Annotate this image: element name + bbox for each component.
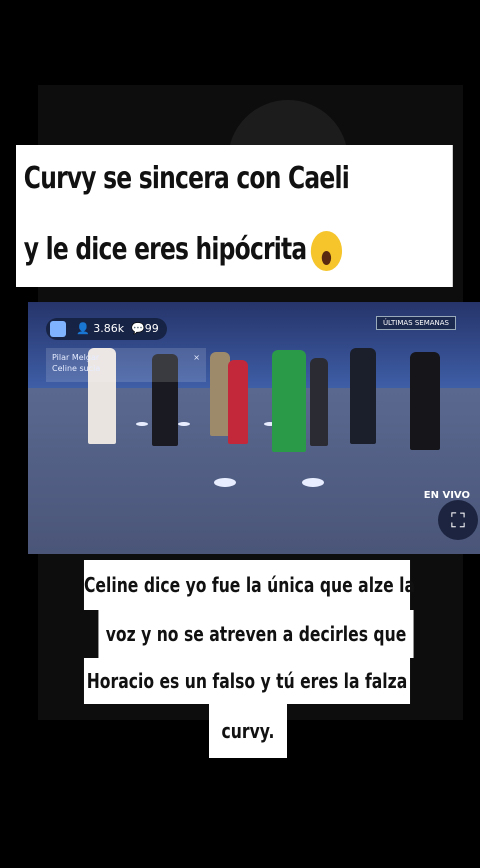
contestant-figure <box>228 360 248 444</box>
title-line-1: Curvy se sincera con Caeli <box>16 145 453 215</box>
comment-count: 99 <box>144 322 159 335</box>
contestant-figure <box>350 348 376 444</box>
contestant-figure <box>410 352 440 450</box>
contestant-figure <box>210 352 230 436</box>
screaming-face-emoji-icon <box>311 230 343 271</box>
caption-line-4: curvy. <box>209 704 287 758</box>
floor-light <box>178 422 190 426</box>
floor-light <box>302 478 324 487</box>
chat-comment: Pilar Melgar Celine sucia × <box>46 348 206 382</box>
program-badge: ÚLTIMAS SEMANAS <box>375 316 456 330</box>
contestant-figure <box>272 350 306 452</box>
caption-line-1: Celine dice yo fue la única que alze la <box>83 560 415 610</box>
title-line-2-text: y le dice eres hipócrita <box>23 232 307 267</box>
floor-light <box>136 422 148 426</box>
viewers-icon: 👤 <box>76 322 90 335</box>
caption-line-2: voz y no se atreven a decirles que <box>98 610 414 658</box>
video-player[interactable]: 👤 3.86k 💬99 Pilar Melgar Celine sucia × … <box>28 302 480 554</box>
contestant-figure <box>310 358 328 446</box>
close-icon[interactable]: × <box>193 352 200 363</box>
comment-username: Pilar Melgar <box>52 353 100 362</box>
title-line-2: y le dice eres hipócrita <box>16 215 453 287</box>
comment-text: Celine sucia <box>52 364 101 373</box>
channel-logo-icon <box>50 321 66 337</box>
fullscreen-icon[interactable]: ⛶ <box>438 500 478 540</box>
comment-icon: 💬 <box>131 322 145 335</box>
viewer-count: 3.86k <box>93 322 125 335</box>
floor-light <box>214 478 236 487</box>
live-label: EN VIVO <box>423 490 470 501</box>
live-stats-pill: 👤 3.86k 💬99 <box>46 318 167 340</box>
caption-line-3: Horacio es un falso y tú eres la falza <box>83 658 411 704</box>
title-banner: Curvy se sincera con Caeli y le dice ere… <box>16 145 456 287</box>
